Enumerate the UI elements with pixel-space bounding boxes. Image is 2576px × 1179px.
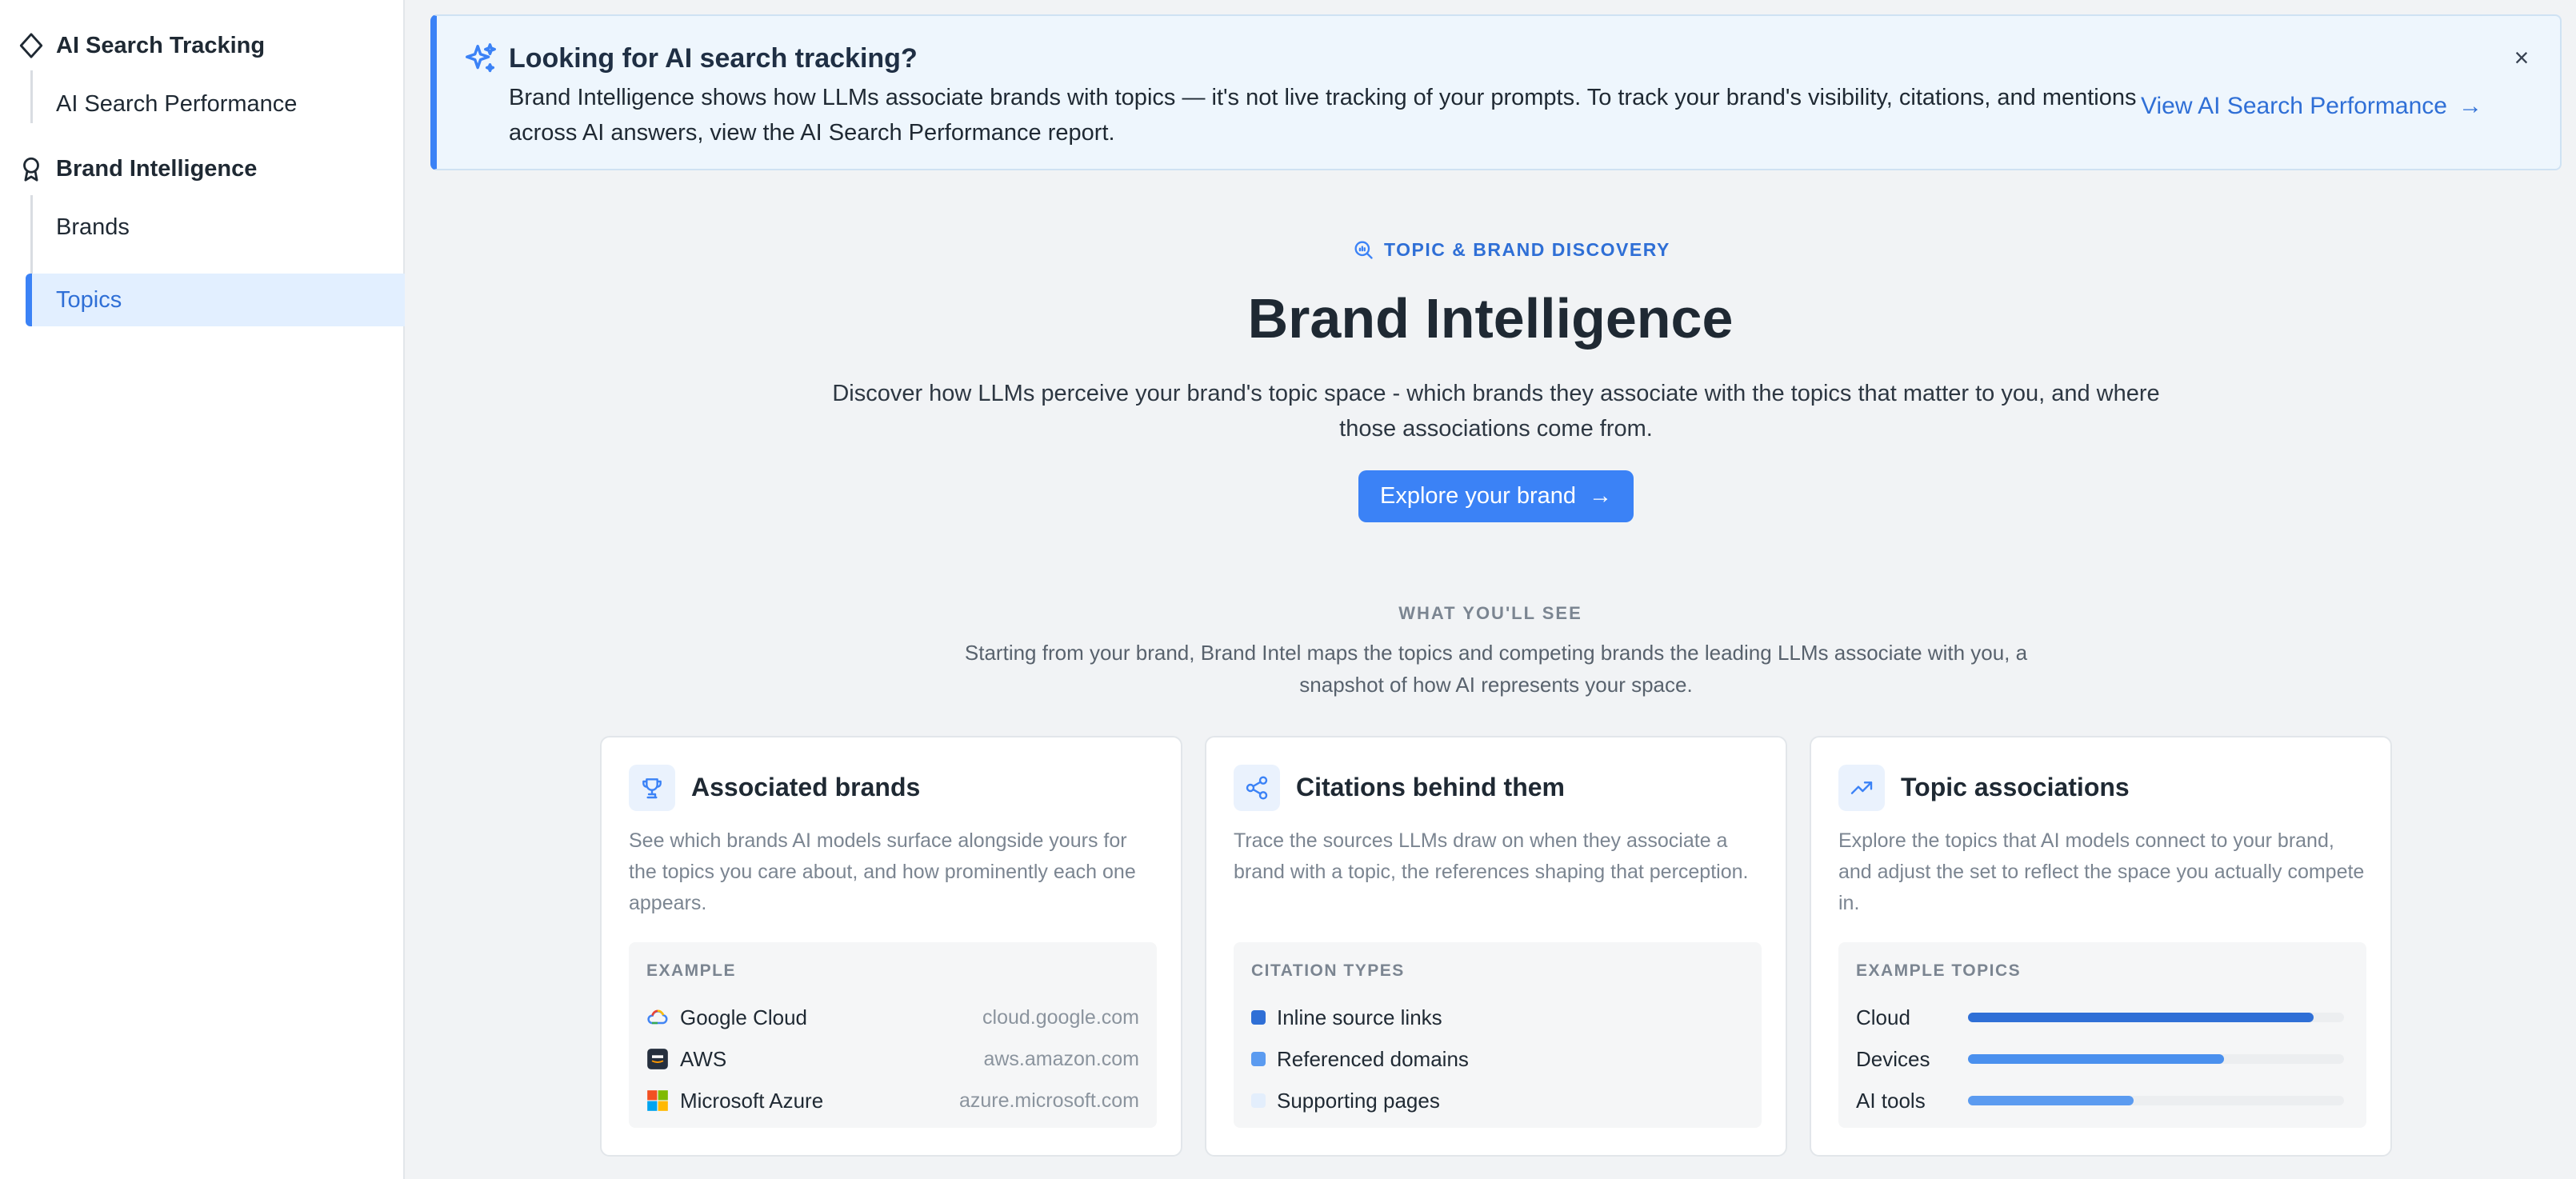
list-item: Supporting pages <box>1251 1086 1744 1115</box>
topic-bar-track <box>1968 1013 2344 1022</box>
card-topic-associations: Topic associations Explore the topics th… <box>1810 736 2392 1157</box>
list-item: Google Cloud cloud.google.com <box>646 1003 1139 1032</box>
hero-tag-label: TOPIC & BRAND DISCOVERY <box>1384 238 1670 260</box>
brand-name: Google Cloud <box>680 1005 807 1029</box>
card-description: See which brands AI models surface along… <box>629 829 1136 914</box>
topic-bar-track <box>1968 1096 2344 1105</box>
google-cloud-logo <box>647 1009 668 1025</box>
search-analytics-icon <box>1354 241 1373 259</box>
topic-bar-fill <box>1968 1054 2224 1064</box>
legend-swatch <box>1251 1010 1266 1025</box>
arrow-right-icon: → <box>1589 483 1613 509</box>
citation-type: Supporting pages <box>1277 1088 1440 1113</box>
section-heading: WHAT YOU'LL SEE <box>1398 603 1582 623</box>
box-heading: CITATION TYPES <box>1251 961 1405 980</box>
link-label: View AI Search Performance <box>2141 93 2447 119</box>
sidebar-item-label: Topics <box>56 287 122 313</box>
topic-row: Cloud <box>1856 1003 2349 1032</box>
list-item: Referenced domains <box>1251 1045 1744 1073</box>
microsoft-logo <box>647 1090 668 1111</box>
award-icon <box>23 157 39 182</box>
brand-domain: aws.amazon.com <box>983 1047 1139 1070</box>
arrow-right-icon: → <box>2458 93 2482 119</box>
citation-types-box: CITATION TYPES Inline source links Refer… <box>1234 942 1762 1128</box>
list-item: Inline source links <box>1251 1003 1744 1032</box>
hero-tag: TOPIC & BRAND DISCOVERY <box>1352 238 1670 261</box>
nav-group-brand-intelligence[interactable]: Brand Intelligence <box>18 155 257 182</box>
sidebar-item-topics[interactable]: Topics <box>26 274 405 326</box>
sidebar: AI Search Tracking AI Search Performance… <box>0 0 405 1179</box>
hero-description: Discover how LLMs perceive your brand's … <box>832 381 2160 442</box>
citation-type: Inline source links <box>1277 1005 1442 1029</box>
card-associated-brands: Associated brands See which brands AI mo… <box>600 736 1182 1157</box>
brand-domain: cloud.google.com <box>982 1005 1139 1029</box>
card-title: Topic associations <box>1901 773 2130 801</box>
sidebar-item-brands[interactable]: Brands <box>56 214 130 241</box>
trending-up-icon <box>1838 765 1885 811</box>
topic-name: AI tools <box>1856 1088 1926 1113</box>
page-title: Brand Intelligence <box>1247 287 1734 350</box>
sidebar-item-ai-search-performance[interactable]: AI Search Performance <box>56 91 297 118</box>
nav-tree-line <box>30 70 33 123</box>
topic-row: AI tools <box>1856 1086 2349 1115</box>
box-heading: EXAMPLE <box>646 961 737 980</box>
brand-name: Microsoft Azure <box>680 1088 824 1113</box>
topic-name: Cloud <box>1856 1005 1910 1029</box>
topic-row: Devices <box>1856 1045 2349 1073</box>
aws-logo <box>647 1049 668 1069</box>
diamond-icon <box>19 33 43 58</box>
nav-group-label: AI Search Tracking <box>56 32 266 58</box>
explore-your-brand-button[interactable]: Explore your brand → <box>1358 470 1634 522</box>
view-ai-search-performance-link[interactable]: View AI Search Performance → <box>2141 93 2482 120</box>
close-icon[interactable]: × <box>2509 43 2534 72</box>
topic-bar-track <box>1968 1054 2344 1064</box>
card-citations-behind-them: Citations behind them Trace the sources … <box>1205 736 1787 1157</box>
nav-group-ai-search-tracking[interactable]: AI Search Tracking <box>18 32 265 59</box>
brand-domain: azure.microsoft.com <box>958 1089 1139 1112</box>
list-item: Microsoft Azure azure.microsoft.com <box>646 1086 1139 1115</box>
button-label: Explore your brand <box>1379 483 1577 509</box>
sparkles-icon <box>466 43 496 73</box>
card-description: Explore the topics that AI models connec… <box>1838 829 2365 914</box>
card-description: Trace the sources LLMs draw on when they… <box>1234 829 1749 883</box>
banner-title: Looking for AI search tracking? <box>509 43 918 74</box>
card-title: Associated brands <box>691 773 921 801</box>
topic-name: Devices <box>1856 1046 1930 1071</box>
citation-type: Referenced domains <box>1277 1046 1469 1071</box>
topic-bar-fill <box>1968 1096 2134 1105</box>
section-description: Starting from your brand, Brand Intel ma… <box>964 641 2028 697</box>
box-heading: EXAMPLE TOPICS <box>1856 961 2022 980</box>
trophy-icon <box>629 765 675 811</box>
ai-tracking-banner: Looking for AI search tracking? Brand In… <box>430 14 2562 170</box>
legend-swatch <box>1251 1093 1266 1108</box>
card-title: Citations behind them <box>1296 773 1565 801</box>
list-item: AWS aws.amazon.com <box>646 1045 1139 1073</box>
topic-bar-fill <box>1968 1013 2314 1022</box>
brand-name: AWS <box>680 1046 727 1071</box>
legend-swatch <box>1251 1052 1266 1066</box>
example-topics-box: EXAMPLE TOPICS Cloud Devices AI tools <box>1838 942 2366 1128</box>
banner-body: Brand Intelligence shows how LLMs associ… <box>509 85 2137 146</box>
example-box: EXAMPLE Google Cloud cloud.google.com AW… <box>629 942 1157 1128</box>
nav-group-label: Brand Intelligence <box>56 155 258 182</box>
share-icon <box>1234 765 1280 811</box>
